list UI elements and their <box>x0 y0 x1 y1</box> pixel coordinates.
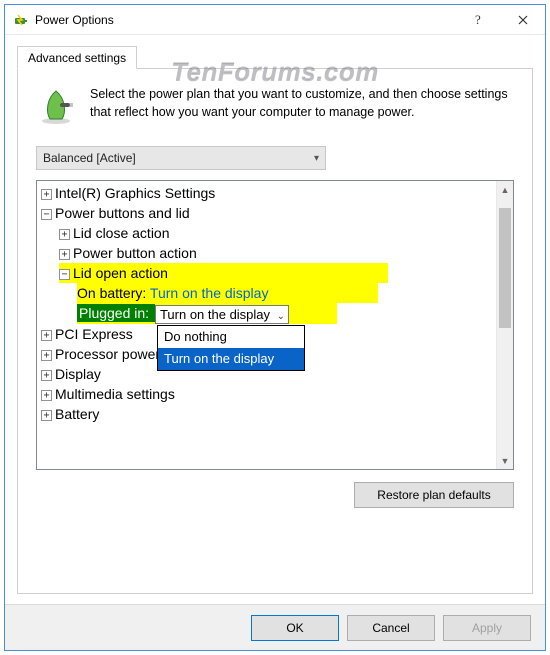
on-battery-value[interactable]: Turn on the display <box>150 285 269 301</box>
tree-item-lid-open[interactable]: −Lid open action <box>39 263 493 283</box>
tree-item-multimedia[interactable]: +Multimedia settings <box>39 384 493 404</box>
tab-advanced-settings[interactable]: Advanced settings <box>17 46 137 69</box>
cancel-button[interactable]: Cancel <box>347 615 435 641</box>
expand-icon[interactable]: + <box>41 370 52 381</box>
intro-row: Select the power plan that you want to c… <box>36 85 514 128</box>
expand-icon[interactable]: + <box>59 249 70 260</box>
tree-item-power-buttons-lid[interactable]: −Power buttons and lid <box>39 203 493 223</box>
scroll-down-icon[interactable]: ▼ <box>497 452 513 469</box>
chevron-down-icon: ▾ <box>314 153 319 164</box>
tree-item-on-battery[interactable]: On battery: Turn on the display <box>39 283 493 303</box>
tree-item-battery[interactable]: +Battery <box>39 404 493 424</box>
tab-panel: Select the power plan that you want to c… <box>17 68 533 594</box>
collapse-icon[interactable]: − <box>41 209 52 220</box>
tree-scrollbar[interactable]: ▲ ▼ <box>496 181 513 469</box>
tree-content: +Intel(R) Graphics Settings −Power butto… <box>37 181 495 469</box>
close-button[interactable] <box>500 5 545 34</box>
window-title: Power Options <box>35 13 455 27</box>
tree-item-power-button-action[interactable]: +Power button action <box>39 243 493 263</box>
ok-button[interactable]: OK <box>251 615 339 641</box>
tabstrip: Advanced settings <box>17 43 533 69</box>
on-battery-label: On battery: <box>77 285 150 301</box>
plugged-in-select[interactable]: Turn on the display ⌄ <box>155 305 289 324</box>
power-options-dialog: Power Options ? Advanced settings <box>4 4 546 651</box>
app-icon <box>13 12 29 28</box>
restore-defaults-button[interactable]: Restore plan defaults <box>354 482 514 508</box>
expand-icon[interactable]: + <box>41 410 52 421</box>
svg-text:?: ? <box>475 13 481 27</box>
expand-icon[interactable]: + <box>41 330 52 341</box>
expand-icon[interactable]: + <box>41 350 52 361</box>
power-plan-selected: Balanced [Active] <box>43 151 136 165</box>
help-button[interactable]: ? <box>455 5 500 34</box>
scroll-up-icon[interactable]: ▲ <box>497 181 513 198</box>
titlebar: Power Options ? <box>5 5 545 35</box>
client-area: Advanced settings Select the power plan … <box>5 35 545 604</box>
plugged-in-dropdown[interactable]: Do nothing Turn on the display <box>157 325 305 371</box>
intro-text: Select the power plan that you want to c… <box>90 85 514 128</box>
tree-item-graphics[interactable]: +Intel(R) Graphics Settings <box>39 183 493 203</box>
collapse-icon[interactable]: − <box>59 269 70 280</box>
tree-item-lid-close[interactable]: +Lid close action <box>39 223 493 243</box>
expand-icon[interactable]: + <box>41 189 52 200</box>
power-plan-icon <box>36 85 76 128</box>
scroll-thumb[interactable] <box>499 208 511 328</box>
dropdown-option-do-nothing[interactable]: Do nothing <box>158 326 304 348</box>
plugged-in-value: Turn on the display <box>160 307 270 322</box>
expand-icon[interactable]: + <box>41 390 52 401</box>
settings-tree[interactable]: +Intel(R) Graphics Settings −Power butto… <box>36 180 514 470</box>
dropdown-option-turn-on-display[interactable]: Turn on the display <box>158 348 304 370</box>
scroll-track[interactable] <box>497 198 513 452</box>
expand-icon[interactable]: + <box>59 229 70 240</box>
plugged-in-label: Plugged in: <box>77 304 155 322</box>
power-plan-select[interactable]: Balanced [Active] ▾ <box>36 146 326 170</box>
apply-button[interactable]: Apply <box>443 615 531 641</box>
dialog-footer: OK Cancel Apply <box>5 604 545 650</box>
tree-item-plugged-in[interactable]: Plugged in: Turn on the display ⌄ <box>39 303 493 324</box>
chevron-down-icon: ⌄ <box>277 308 285 325</box>
